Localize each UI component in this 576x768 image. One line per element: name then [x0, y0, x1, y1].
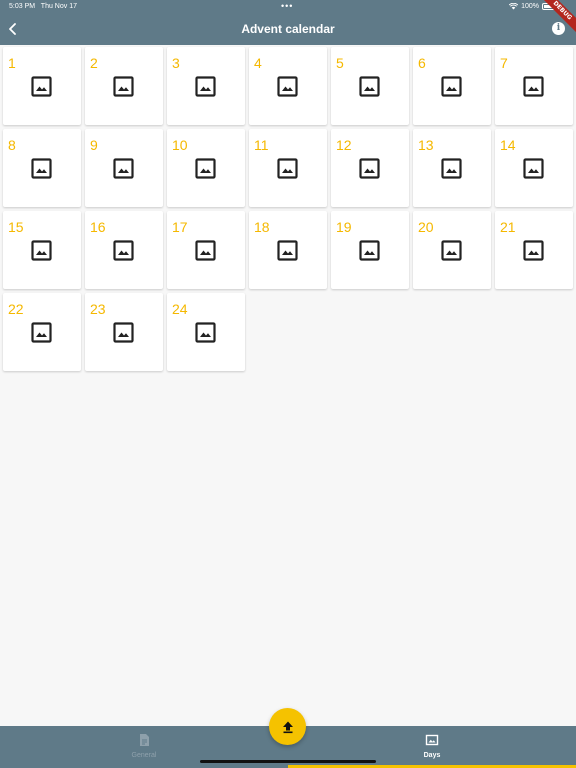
info-button[interactable]: i — [552, 22, 565, 35]
day-number: 12 — [336, 137, 352, 153]
image-icon — [441, 158, 462, 179]
image-icon — [441, 76, 462, 97]
day-card[interactable]: 8 — [3, 129, 81, 207]
day-card[interactable]: 9 — [85, 129, 163, 207]
image-icon — [195, 322, 216, 343]
day-card[interactable]: 13 — [413, 129, 491, 207]
day-card[interactable]: 2 — [85, 47, 163, 125]
image-icon — [113, 322, 134, 343]
day-card[interactable]: 24 — [167, 293, 245, 371]
day-number: 22 — [8, 301, 24, 317]
image-icon — [277, 240, 298, 261]
nav-label-general: General — [131, 752, 157, 759]
image-icon — [441, 240, 462, 261]
day-number: 16 — [90, 219, 106, 235]
day-number: 14 — [500, 137, 516, 153]
image-icon — [523, 158, 544, 179]
info-icon: i — [556, 23, 561, 33]
day-card[interactable]: 22 — [3, 293, 81, 371]
day-number: 4 — [254, 55, 262, 71]
page-title: Advent calendar — [241, 22, 335, 36]
image-icon — [31, 240, 52, 261]
image-icon — [113, 76, 134, 97]
image-icon — [523, 240, 544, 261]
image-icon — [277, 158, 298, 179]
image-icon — [195, 240, 216, 261]
image-icon — [425, 734, 439, 746]
multitasking-dots[interactable]: ••• — [281, 1, 293, 11]
day-number: 2 — [90, 55, 98, 71]
day-number: 3 — [172, 55, 180, 71]
upload-button[interactable] — [269, 708, 306, 745]
status-bar: 5:03 PM Thu Nov 17 ••• 100% — [0, 0, 576, 14]
day-card[interactable]: 7 — [495, 47, 573, 125]
image-icon — [359, 158, 380, 179]
day-number: 11 — [254, 137, 269, 153]
day-card[interactable]: 12 — [331, 129, 409, 207]
image-icon — [31, 158, 52, 179]
day-card[interactable]: 21 — [495, 211, 573, 289]
day-number: 6 — [418, 55, 426, 71]
day-card[interactable]: 6 — [413, 47, 491, 125]
day-card[interactable]: 5 — [331, 47, 409, 125]
day-card[interactable]: 11 — [249, 129, 327, 207]
day-card[interactable]: 18 — [249, 211, 327, 289]
image-icon — [31, 322, 52, 343]
day-number: 23 — [90, 301, 106, 317]
day-card[interactable]: 19 — [331, 211, 409, 289]
day-number: 10 — [172, 137, 188, 153]
upload-icon — [282, 721, 293, 733]
day-number: 13 — [418, 137, 434, 153]
days-grid: 1 2 3 4 5 6 7 8 9 10 11 12 13 14 15 16 17 18 19 20 21 22 23 24 — [3, 47, 573, 371]
day-number: 19 — [336, 219, 352, 235]
day-card[interactable]: 14 — [495, 129, 573, 207]
day-number: 18 — [254, 219, 270, 235]
day-number: 17 — [172, 219, 188, 235]
day-number: 8 — [8, 137, 16, 153]
image-icon — [195, 158, 216, 179]
status-date-text: Thu Nov 17 — [40, 3, 77, 10]
day-number: 15 — [8, 219, 24, 235]
day-card[interactable]: 17 — [167, 211, 245, 289]
document-icon — [140, 734, 149, 746]
image-icon — [523, 76, 544, 97]
app-bar: 5:03 PM Thu Nov 17 ••• 100% DEBUG Advent… — [0, 0, 576, 45]
day-number: 20 — [418, 219, 434, 235]
home-indicator[interactable] — [200, 760, 376, 763]
day-number: 7 — [500, 55, 508, 71]
battery-percent: 100% — [521, 3, 539, 10]
image-icon — [113, 240, 134, 261]
day-card[interactable]: 1 — [3, 47, 81, 125]
day-card[interactable]: 15 — [3, 211, 81, 289]
image-icon — [113, 158, 134, 179]
image-icon — [195, 76, 216, 97]
day-card[interactable]: 10 — [167, 129, 245, 207]
day-number: 1 — [8, 55, 16, 71]
day-card[interactable]: 20 — [413, 211, 491, 289]
day-number: 5 — [336, 55, 344, 71]
status-time: 5:03 PM Thu Nov 17 — [9, 3, 77, 10]
day-card[interactable]: 4 — [249, 47, 327, 125]
day-number: 24 — [172, 301, 188, 317]
nav-label-days: Days — [423, 752, 441, 759]
day-card[interactable]: 16 — [85, 211, 163, 289]
day-card[interactable]: 3 — [167, 47, 245, 125]
image-icon — [359, 240, 380, 261]
wifi-icon — [509, 3, 519, 10]
image-icon — [359, 76, 380, 97]
day-card[interactable]: 23 — [85, 293, 163, 371]
image-icon — [277, 76, 298, 97]
status-time-text: 5:03 PM — [9, 3, 36, 10]
day-number: 21 — [500, 219, 516, 235]
image-icon — [31, 76, 52, 97]
day-number: 9 — [90, 137, 98, 153]
